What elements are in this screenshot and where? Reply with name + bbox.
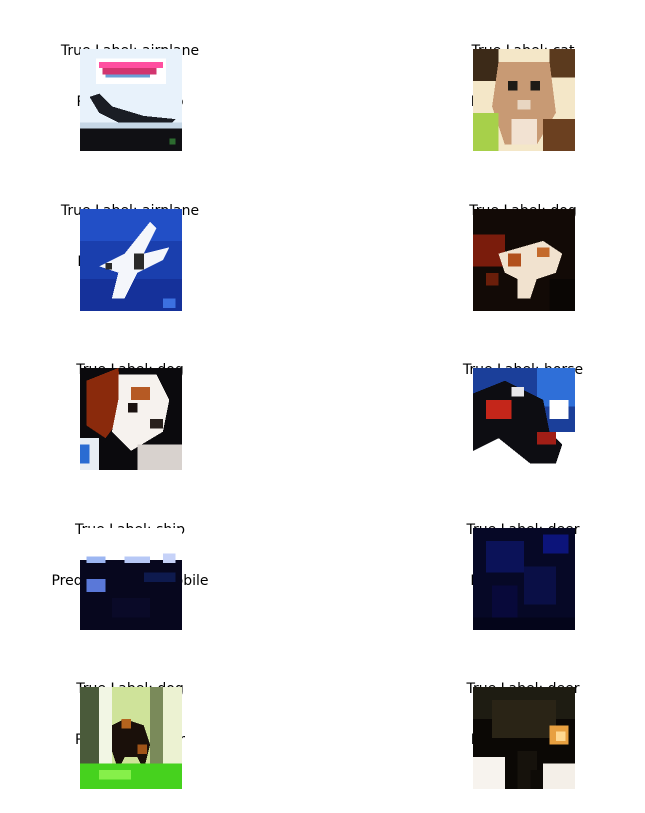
sample-image (80, 49, 182, 151)
sample-image (473, 687, 575, 789)
sample-image (473, 49, 575, 151)
sample-image (80, 528, 182, 630)
sample-image (473, 209, 575, 311)
sample-image (80, 209, 182, 311)
sample-image (80, 687, 182, 789)
sample-image (473, 368, 575, 470)
sample-image (473, 528, 575, 630)
sample-image (80, 368, 182, 470)
